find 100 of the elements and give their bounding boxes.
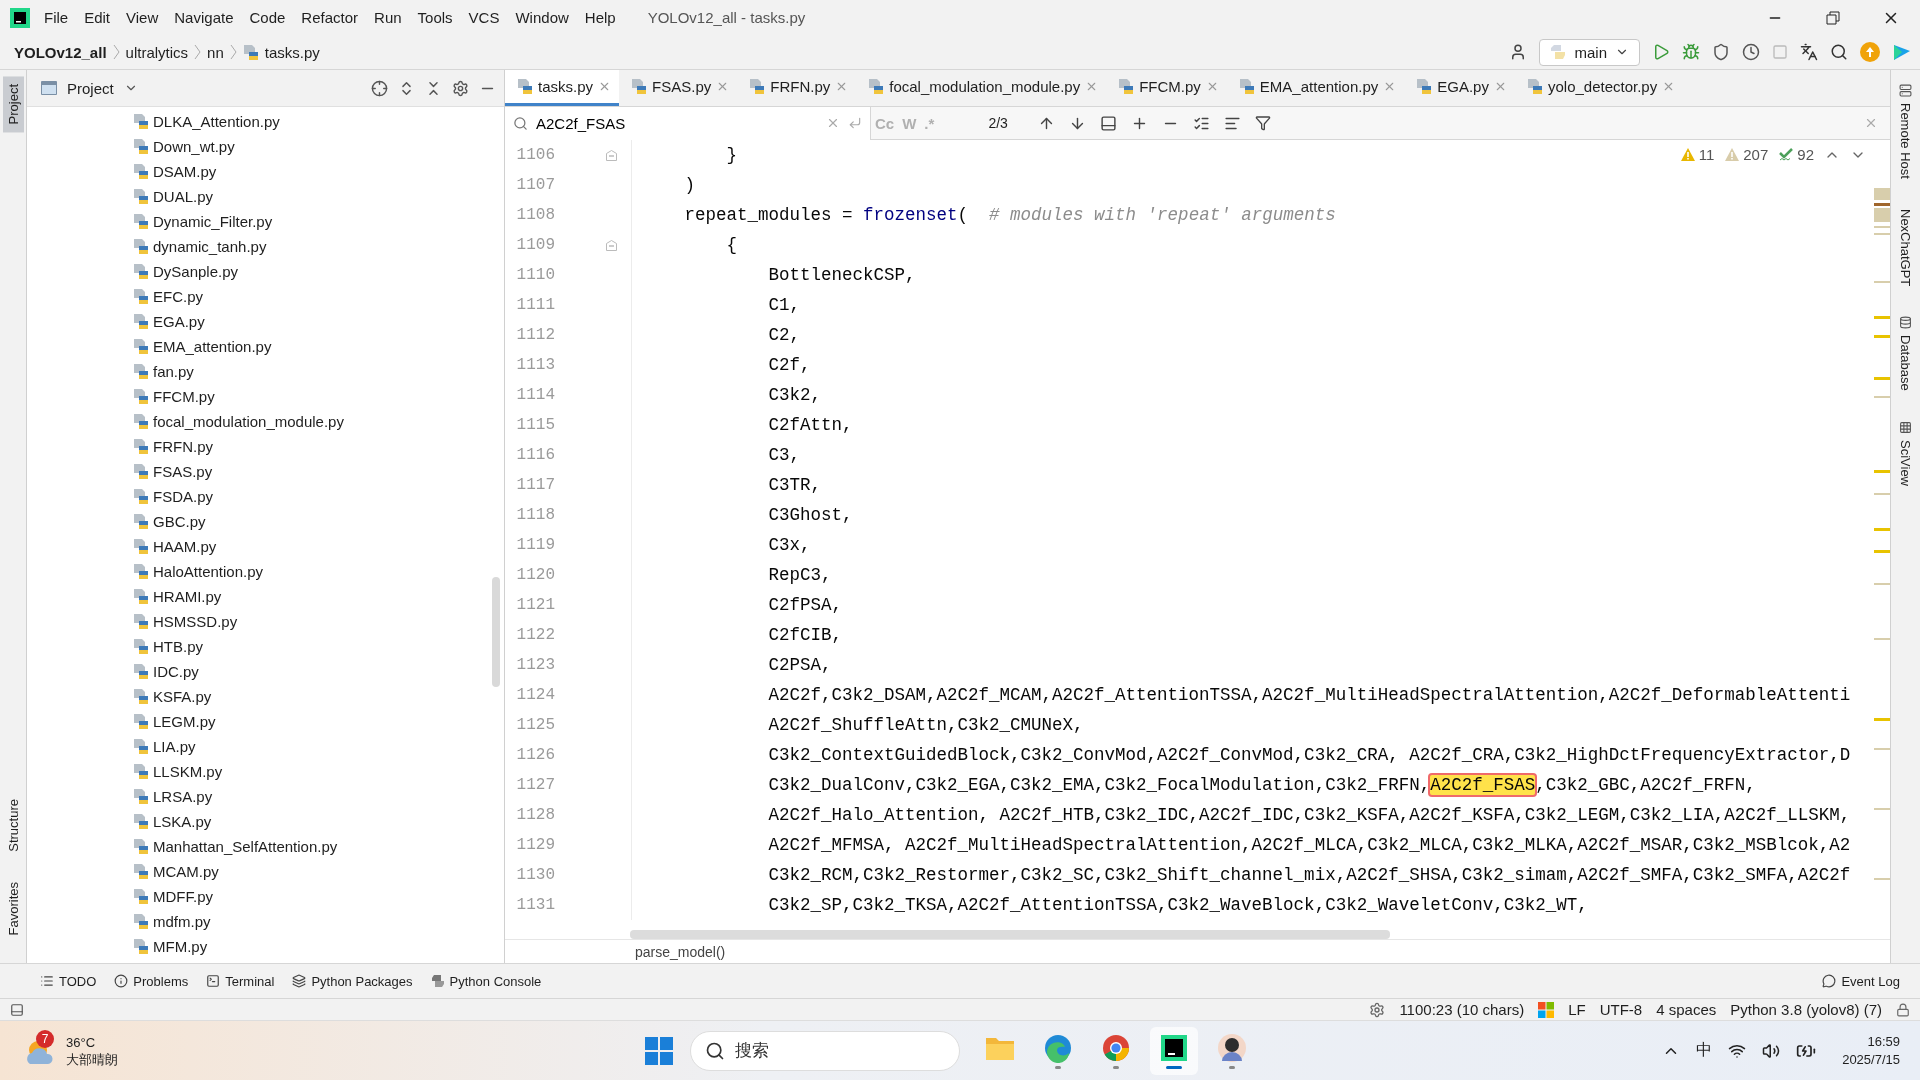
settings-icon[interactable] bbox=[452, 79, 469, 97]
inspection-count[interactable]: 92 bbox=[1797, 146, 1814, 163]
file-tree-item[interactable]: HSMSSD.py bbox=[153, 613, 238, 630]
clock-time[interactable]: 16:59 bbox=[1867, 1032, 1900, 1051]
file-tree-item[interactable]: FFCM.py bbox=[153, 388, 215, 405]
clock-date[interactable]: 2025/7/15 bbox=[1842, 1050, 1900, 1069]
file-tree-item[interactable]: dynamic_tanh.py bbox=[153, 238, 267, 255]
file-tree-item[interactable]: LRSA.py bbox=[153, 788, 213, 805]
run-config-dropdown[interactable]: main bbox=[1539, 38, 1640, 66]
menu-item[interactable]: Tools bbox=[409, 9, 461, 26]
file-tree-item[interactable]: FRFN.py bbox=[153, 438, 213, 455]
locate-icon[interactable] bbox=[371, 79, 388, 97]
editor-tab[interactable]: FSAS.py bbox=[619, 70, 738, 106]
tool-window-button[interactable]: Terminal bbox=[225, 973, 275, 989]
file-tree-item[interactable]: EMA_attention.py bbox=[153, 338, 272, 355]
file-tree-item[interactable]: fan.py bbox=[153, 363, 194, 380]
editor-tab[interactable]: FRFN.py bbox=[737, 70, 857, 106]
line-separator[interactable]: LF bbox=[1568, 1001, 1586, 1018]
restore-icon[interactable] bbox=[1826, 10, 1840, 25]
menu-item[interactable]: File bbox=[36, 9, 77, 26]
input-method[interactable]: 中 bbox=[1696, 1040, 1713, 1061]
menu-item[interactable]: Window bbox=[507, 9, 577, 26]
search-bar[interactable]: A2C2f_FSAS bbox=[505, 106, 871, 140]
code-breadcrumb[interactable]: parse_model() bbox=[635, 943, 726, 960]
file-tree-item[interactable]: KSFA.py bbox=[153, 688, 212, 705]
file-tree-item[interactable]: HaloAttention.py bbox=[153, 563, 264, 580]
file-tree-item[interactable]: Manhattan_SelfAttention.py bbox=[153, 838, 338, 855]
tool-window-tab[interactable]: Favorites bbox=[2, 873, 24, 943]
translate-icon[interactable] bbox=[1800, 43, 1818, 61]
file-tree-item[interactable]: EFC.py bbox=[153, 288, 203, 305]
editor-tab[interactable]: tasks.py bbox=[505, 70, 620, 106]
inspection-count[interactable]: 207 bbox=[1743, 146, 1769, 163]
tool-window-tab[interactable]: Database bbox=[1895, 308, 1916, 399]
menu-item[interactable]: Code bbox=[241, 9, 294, 26]
editor-tab[interactable]: focal_modulation_module.py bbox=[856, 70, 1107, 106]
menu-item[interactable]: Refactor bbox=[293, 9, 367, 26]
tool-window-button[interactable]: Event Log bbox=[1841, 973, 1900, 989]
editor-tab[interactable]: EGA.py bbox=[1404, 70, 1515, 106]
editor-tab[interactable]: EMA_attention.py bbox=[1226, 70, 1405, 106]
run-icon[interactable] bbox=[1652, 43, 1670, 61]
file-tree-item[interactable]: LIA.py bbox=[153, 738, 196, 755]
horizontal-scrollbar[interactable] bbox=[630, 930, 1390, 939]
panel-title[interactable]: Project bbox=[67, 79, 114, 97]
start-icon[interactable] bbox=[644, 1035, 674, 1066]
search-field[interactable]: A2C2f_FSAS bbox=[536, 114, 818, 132]
file-tree-item[interactable]: DySanple.py bbox=[153, 263, 239, 280]
tool-window-button[interactable]: Python Console bbox=[449, 973, 542, 989]
debug-icon[interactable] bbox=[1682, 43, 1700, 61]
file-tree-item[interactable]: GBC.py bbox=[153, 513, 206, 530]
file-tree-item[interactable]: Down_wt.py bbox=[153, 138, 235, 155]
breadcrumb-item[interactable]: ultralytics bbox=[125, 43, 189, 61]
tool-window-button[interactable]: TODO bbox=[59, 973, 97, 989]
file-tree-item[interactable]: DUAL.py bbox=[153, 188, 214, 205]
menu-item[interactable]: Navigate bbox=[166, 9, 242, 26]
tool-window-button[interactable]: Problems bbox=[133, 973, 189, 989]
plugin-logo[interactable] bbox=[1892, 42, 1912, 62]
tool-window-tab[interactable]: Structure bbox=[2, 790, 24, 860]
inspection-count[interactable]: 11 bbox=[1698, 146, 1715, 163]
taskbar-app[interactable] bbox=[1150, 1026, 1198, 1075]
tool-window-tab[interactable]: SciView bbox=[1895, 412, 1916, 494]
file-tree-item[interactable]: IDC.py bbox=[153, 663, 199, 680]
file-tree-item[interactable]: HRAMI.py bbox=[153, 588, 222, 605]
menu-item[interactable]: Run bbox=[366, 9, 410, 26]
editor-tab[interactable]: FFCM.py bbox=[1106, 70, 1227, 106]
breadcrumb-item[interactable]: YOLOv12_all bbox=[14, 43, 107, 61]
editor-tab[interactable]: yolo_detector.py bbox=[1514, 70, 1684, 106]
file-tree-item[interactable]: MFM.py bbox=[153, 938, 208, 955]
menu-item[interactable]: View bbox=[118, 9, 167, 26]
taskbar-search[interactable]: 搜索 bbox=[690, 1030, 960, 1071]
indent-setting[interactable]: 4 spaces bbox=[1656, 1001, 1717, 1018]
breadcrumb-item[interactable]: nn bbox=[207, 43, 224, 61]
coverage-icon[interactable] bbox=[1712, 43, 1730, 61]
file-tree-item[interactable]: LSKA.py bbox=[153, 813, 212, 830]
file-tree-item[interactable]: FSAS.py bbox=[153, 463, 213, 480]
file-tree-item[interactable]: FSDA.py bbox=[153, 488, 213, 505]
file-tree-item[interactable]: HTB.py bbox=[153, 638, 203, 655]
tool-window-tab[interactable]: Project bbox=[2, 76, 24, 133]
file-tree-item[interactable]: focal_modulation_module.py bbox=[153, 413, 344, 430]
menu-item[interactable]: VCS bbox=[460, 9, 508, 26]
caret-position[interactable]: 1100:23 (10 chars) bbox=[1399, 1001, 1525, 1018]
menu-item[interactable]: Edit bbox=[76, 9, 119, 26]
tool-window-tab[interactable]: Remote Host bbox=[1895, 76, 1916, 187]
scrollbar-thumb[interactable] bbox=[492, 577, 500, 687]
file-tree-item[interactable]: DLKA_Attention.py bbox=[153, 113, 280, 130]
file-tree-item[interactable]: MDFF.py bbox=[153, 888, 213, 905]
file-tree-item[interactable]: Dynamic_Filter.py bbox=[153, 213, 273, 230]
file-tree-item[interactable]: DSAM.py bbox=[153, 163, 217, 180]
interpreter-setting[interactable]: Python 3.8 (yolov8) (7) bbox=[1730, 1001, 1882, 1018]
profile-icon[interactable] bbox=[1742, 43, 1760, 61]
file-tree-item[interactable]: HAAM.py bbox=[153, 538, 217, 555]
file-tree-item[interactable]: mdfm.py bbox=[153, 913, 211, 930]
breadcrumb-item[interactable]: tasks.py bbox=[264, 43, 320, 61]
tool-window-button[interactable]: Python Packages bbox=[311, 973, 413, 989]
file-tree-item[interactable]: MCAM.py bbox=[153, 863, 219, 880]
tool-window-tab[interactable]: NexChatGPT bbox=[1895, 200, 1916, 295]
speaker-icon[interactable] bbox=[1762, 1041, 1781, 1060]
panel-icon[interactable] bbox=[1099, 114, 1117, 132]
menu-item[interactable]: Help bbox=[576, 9, 624, 26]
file-tree-item[interactable]: LEGM.py bbox=[153, 713, 216, 730]
file-encoding[interactable]: UTF-8 bbox=[1599, 1001, 1643, 1018]
